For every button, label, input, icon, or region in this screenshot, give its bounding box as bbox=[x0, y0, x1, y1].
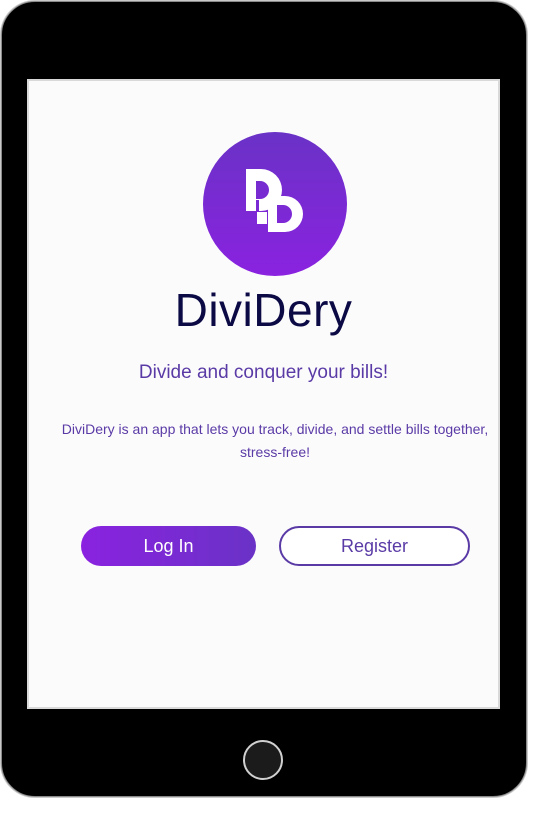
home-button[interactable] bbox=[243, 740, 283, 780]
dividery-logo-icon bbox=[246, 169, 303, 232]
register-button[interactable]: Register bbox=[279, 526, 470, 566]
app-tagline: Divide and conquer your bills! bbox=[138, 362, 389, 383]
app-description: DiviDery is an app that lets you track, … bbox=[61, 421, 489, 460]
app-title: DiviDery bbox=[174, 284, 353, 336]
login-button[interactable]: Log In bbox=[81, 526, 256, 566]
app-logo bbox=[203, 132, 347, 276]
app-screen: DiviDery Divide and conquer your bills! … bbox=[27, 79, 500, 709]
tablet-frame: DiviDery Divide and conquer your bills! … bbox=[1, 1, 527, 797]
